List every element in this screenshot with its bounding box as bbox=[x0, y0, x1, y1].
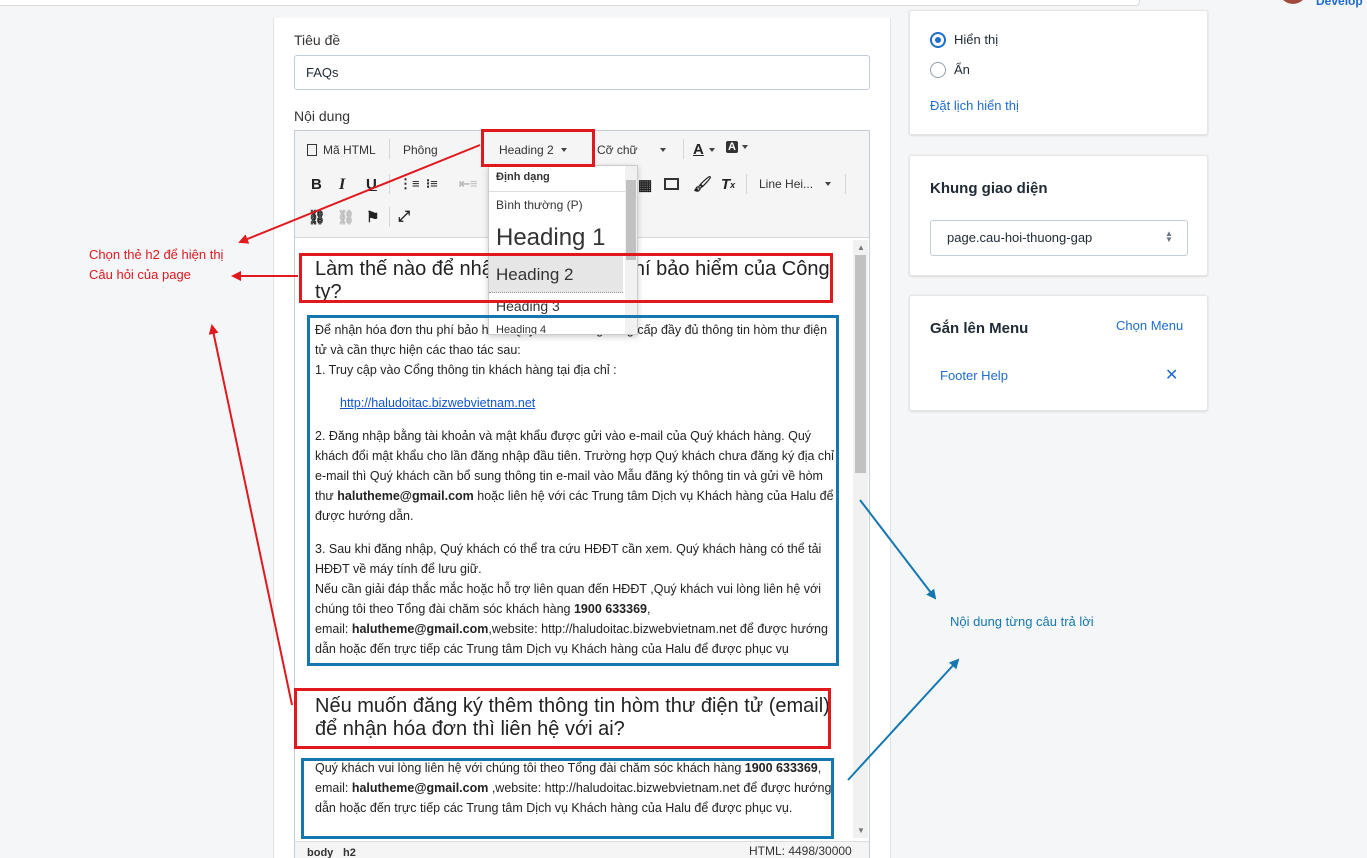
arrow-to-format-select bbox=[238, 144, 481, 244]
arrow-from-answer-2 bbox=[847, 658, 960, 781]
annotation-red-line-2: Câu hỏi của page bbox=[89, 267, 191, 282]
annotation-red-line-1: Chọn thẻ h2 để hiện thị bbox=[89, 247, 224, 262]
annotation-text-red: Chọn thẻ h2 để hiện thị Câu hỏi của page bbox=[89, 245, 223, 285]
annotation-arrows bbox=[208, 144, 960, 781]
screen: Develop Tiêu đề FAQs Nội dung Mã HTML Ph… bbox=[0, 0, 1367, 858]
arrow-from-question-2 bbox=[208, 324, 293, 706]
annotation-text-blue: Nội dung từng câu trả lời bbox=[950, 614, 1094, 629]
arrow-from-answer-1 bbox=[859, 499, 937, 600]
